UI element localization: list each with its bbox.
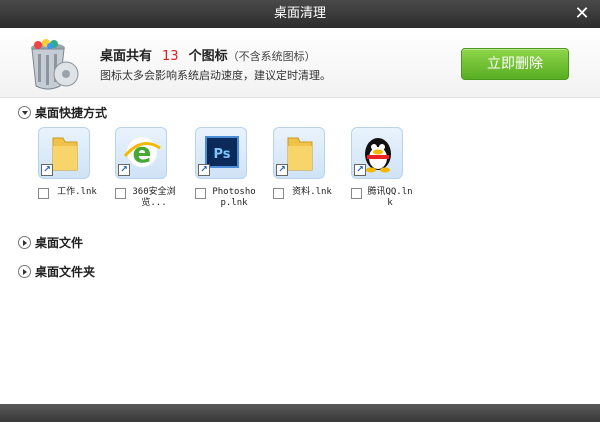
svg-text:e: e: [133, 136, 152, 169]
close-icon: ✕: [574, 3, 590, 24]
section-label: 桌面文件夹: [35, 265, 96, 279]
shortcut-checkbox[interactable]: [273, 188, 284, 199]
trash-bin-icon: [26, 36, 80, 92]
shortcut-checkbox[interactable]: [351, 188, 362, 199]
shortcut-label: 腾讯QQ.lnk: [367, 187, 413, 208]
summary-subtitle: 图标太多会影响系统启动速度，建议定时清理。: [100, 69, 331, 82]
shortcut-label: 工作.lnk: [57, 187, 97, 197]
shortcut-label: 360安全浏览...: [132, 187, 176, 208]
section-desktop-folders[interactable]: 桌面文件夹: [18, 263, 95, 280]
shortcut-checkbox[interactable]: [38, 188, 49, 199]
summary-prefix: 桌面共有: [100, 49, 153, 64]
photoshop-icon: Ps ↗: [195, 127, 247, 179]
close-button[interactable]: ✕: [572, 4, 592, 24]
shortcut-arrow-icon: ↗: [276, 164, 288, 176]
section-desktop-shortcuts[interactable]: 桌面快捷方式: [18, 104, 107, 121]
delete-now-button[interactable]: 立即删除: [461, 48, 569, 80]
shortcut-item[interactable]: ↗ 腾讯QQ.lnk: [351, 127, 421, 217]
expand-arrow-icon[interactable]: [18, 236, 31, 249]
svg-text:Ps: Ps: [213, 147, 230, 162]
shortcut-label: Photoshop.lnk: [212, 187, 256, 208]
shortcut-checkbox[interactable]: [195, 188, 206, 199]
summary-header: 桌面共有 13 个图标（不含系统图标） 图标太多会影响系统启动速度，建议定时清理。 …: [0, 28, 600, 98]
shortcut-item[interactable]: Ps ↗ Photoshop.lnk: [195, 127, 265, 217]
section-desktop-files[interactable]: 桌面文件: [18, 234, 83, 251]
qq-penguin-icon: ↗: [351, 127, 403, 179]
folder-icon: ↗: [38, 127, 90, 179]
shortcut-arrow-icon: ↗: [354, 164, 366, 176]
footer-bar: [0, 404, 600, 422]
shortcut-item[interactable]: e ↗ 360安全浏览...: [115, 127, 185, 217]
summary-suffix: 个图标: [188, 49, 228, 64]
title-bar: 桌面清理 ✕: [0, 0, 600, 28]
folder-icon: ↗: [273, 127, 325, 179]
360-browser-icon: e ↗: [115, 127, 167, 179]
expand-arrow-icon[interactable]: [18, 265, 31, 278]
shortcut-item[interactable]: ↗ 工作.lnk: [38, 127, 108, 217]
icon-count-summary: 桌面共有 13 个图标（不含系统图标）: [100, 45, 316, 64]
window-title: 桌面清理: [273, 6, 326, 21]
shortcut-label: 资料.lnk: [292, 187, 332, 197]
shortcut-checkbox[interactable]: [115, 188, 126, 199]
icon-count: 13: [162, 49, 179, 64]
shortcut-arrow-icon: ↗: [41, 164, 53, 176]
shortcut-arrow-icon: ↗: [198, 164, 210, 176]
collapse-arrow-icon[interactable]: [18, 106, 31, 119]
section-label: 桌面快捷方式: [35, 106, 108, 120]
section-label: 桌面文件: [35, 236, 84, 250]
summary-note: （不含系统图标）: [227, 50, 316, 63]
shortcut-item[interactable]: ↗ 资料.lnk: [273, 127, 343, 217]
shortcut-arrow-icon: ↗: [118, 164, 130, 176]
